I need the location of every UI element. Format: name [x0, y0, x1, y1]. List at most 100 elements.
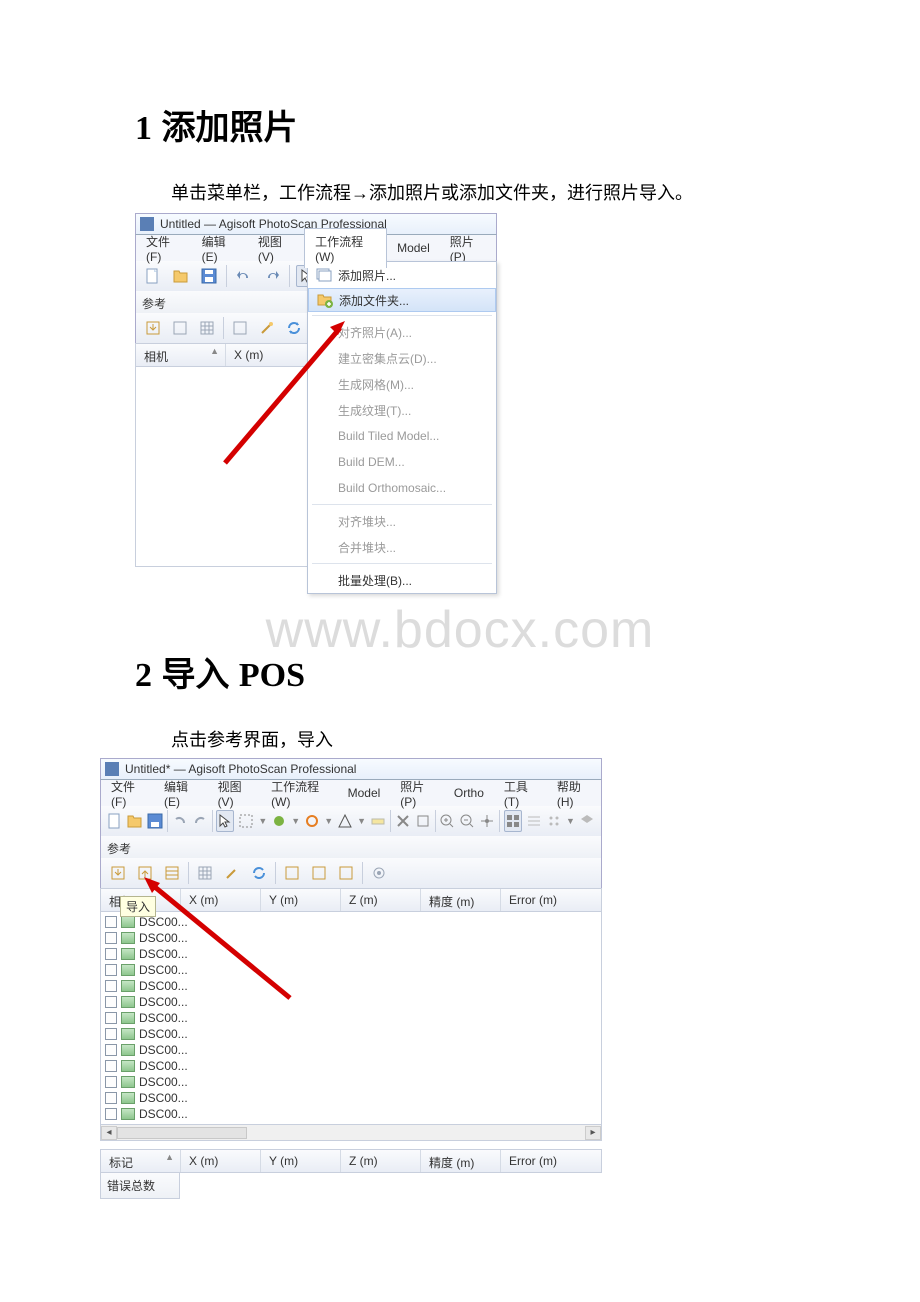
- checkbox[interactable]: [105, 1060, 117, 1072]
- camera-icon: [121, 1060, 135, 1072]
- move-icon[interactable]: [271, 810, 287, 832]
- scroll-thumb[interactable]: [117, 1127, 247, 1139]
- scroll-right-button[interactable]: ▸: [585, 1126, 601, 1140]
- menu-view[interactable]: 视图(V): [208, 774, 262, 813]
- cursor-icon[interactable]: [216, 810, 234, 832]
- screenshot1: Untitled — Agisoft PhotoScan Professiona…: [135, 213, 497, 567]
- redo-icon[interactable]: [261, 265, 283, 287]
- checkbox[interactable]: [105, 1044, 117, 1056]
- import-icon[interactable]: [107, 862, 129, 884]
- list-item[interactable]: DSC00...: [101, 1074, 601, 1090]
- file-name: DSC00...: [139, 1059, 188, 1073]
- menu-batch[interactable]: 批量处理(B)...: [308, 567, 496, 593]
- list-item[interactable]: DSC00...: [101, 1042, 601, 1058]
- menu-ortho[interactable]: Ortho: [444, 782, 494, 804]
- checkbox[interactable]: [105, 980, 117, 992]
- file-name: DSC00...: [139, 1027, 188, 1041]
- camera-icon: [121, 1044, 135, 1056]
- menu-view[interactable]: 视图(V): [248, 229, 304, 268]
- menu-merge-chunks[interactable]: 合并堆块...: [308, 534, 496, 560]
- photos-icon: [314, 267, 334, 283]
- menu-file[interactable]: 文件(F): [101, 774, 154, 813]
- menu-edit[interactable]: 编辑(E): [154, 774, 208, 813]
- save-icon[interactable]: [198, 265, 220, 287]
- menu-help[interactable]: 帮助(H): [547, 774, 601, 813]
- scroll-left-button[interactable]: ◂: [101, 1126, 117, 1140]
- fit-icon[interactable]: [479, 810, 495, 832]
- checkbox[interactable]: [105, 1108, 117, 1120]
- horizontal-scrollbar[interactable]: ◂ ▸: [100, 1125, 602, 1141]
- checkbox[interactable]: [105, 1092, 117, 1104]
- section1-title: 添加照片: [161, 109, 297, 147]
- redo-icon[interactable]: [192, 810, 208, 832]
- menu-edit[interactable]: 编辑(E): [192, 229, 248, 268]
- rect-select-icon[interactable]: [238, 810, 254, 832]
- menu-model[interactable]: Model: [387, 237, 440, 259]
- list-item[interactable]: DSC00...: [101, 1026, 601, 1042]
- undo-icon[interactable]: [233, 265, 255, 287]
- menu-bar-2: 文件(F) 编辑(E) 视图(V) 工作流程(W) Model 照片(P) Or…: [100, 780, 602, 806]
- document-page: 1 添加照片 单击菜单栏，工作流程→添加照片或添加文件夹，进行照片导入。 Unt…: [0, 0, 920, 1259]
- view-list-icon[interactable]: [526, 810, 542, 832]
- col-error[interactable]: Error (m): [501, 1150, 601, 1172]
- open-icon[interactable]: [170, 265, 192, 287]
- checkbox[interactable]: [105, 1012, 117, 1024]
- save-icon[interactable]: [147, 810, 163, 832]
- reference-panel-label-2: 参考: [100, 836, 602, 858]
- col-error[interactable]: Error (m): [501, 889, 601, 911]
- settings-icon[interactable]: [368, 862, 390, 884]
- camera-icon: [121, 1076, 135, 1088]
- crop-icon[interactable]: [415, 810, 431, 832]
- file-name: DSC00...: [139, 1075, 188, 1089]
- checkbox[interactable]: [105, 948, 117, 960]
- menu-file[interactable]: 文件(F): [136, 229, 192, 268]
- col-accuracy[interactable]: 精度 (m): [421, 889, 501, 911]
- ruler-icon[interactable]: [370, 810, 386, 832]
- checkbox[interactable]: [105, 996, 117, 1008]
- import-icon[interactable]: [142, 317, 164, 339]
- list-item[interactable]: DSC00...: [101, 1090, 601, 1106]
- scale-icon[interactable]: [337, 810, 353, 832]
- checkbox[interactable]: [105, 932, 117, 944]
- col-z[interactable]: Z (m): [341, 889, 421, 911]
- folder-plus-icon: [315, 292, 335, 308]
- checkbox[interactable]: [105, 916, 117, 928]
- menu-tools[interactable]: 工具(T): [494, 774, 547, 813]
- delete-icon[interactable]: [395, 810, 411, 832]
- zoom-out-icon[interactable]: [459, 810, 475, 832]
- sort-up-icon: ▲: [165, 1152, 174, 1162]
- col-marker[interactable]: 标记 ▲: [101, 1150, 181, 1172]
- undo-icon[interactable]: [172, 810, 188, 832]
- menu-model[interactable]: Model: [338, 782, 391, 804]
- menu-add-folder[interactable]: 添加文件夹...: [308, 288, 496, 312]
- col-accuracy[interactable]: 精度 (m): [421, 1150, 501, 1172]
- list-item[interactable]: DSC00...: [101, 1106, 601, 1122]
- view-solid-icon[interactable]: [579, 810, 595, 832]
- new-icon[interactable]: [142, 265, 164, 287]
- export-icon[interactable]: [169, 317, 191, 339]
- open-icon[interactable]: [127, 810, 143, 832]
- new-icon[interactable]: [107, 810, 123, 832]
- menu-workflow[interactable]: 工作流程(W): [304, 228, 387, 268]
- menu-workflow[interactable]: 工作流程(W): [261, 774, 337, 813]
- panel2-icon[interactable]: [308, 862, 330, 884]
- panel3-icon[interactable]: [335, 862, 357, 884]
- section2-para: 点击参考界面，导入: [135, 726, 790, 752]
- scroll-track[interactable]: [117, 1126, 585, 1140]
- zoom-in-icon[interactable]: [439, 810, 455, 832]
- menu-photo[interactable]: 照片(P): [390, 774, 444, 813]
- checkbox[interactable]: [105, 964, 117, 976]
- col-y[interactable]: Y (m): [261, 1150, 341, 1172]
- checkbox[interactable]: [105, 1076, 117, 1088]
- col-x[interactable]: X (m): [181, 1150, 261, 1172]
- menu-align-chunks[interactable]: 对齐堆块...: [308, 508, 496, 534]
- list-item[interactable]: DSC00...: [101, 1058, 601, 1074]
- rotate-icon[interactable]: [304, 810, 320, 832]
- file-name: DSC00...: [139, 1043, 188, 1057]
- menu-orthomosaic[interactable]: Build Orthomosaic...: [308, 475, 496, 501]
- view-grid-icon[interactable]: [504, 810, 522, 832]
- checkbox[interactable]: [105, 1028, 117, 1040]
- view-dense-icon[interactable]: [546, 810, 562, 832]
- col-z[interactable]: Z (m): [341, 1150, 421, 1172]
- camera-icon: [121, 1012, 135, 1024]
